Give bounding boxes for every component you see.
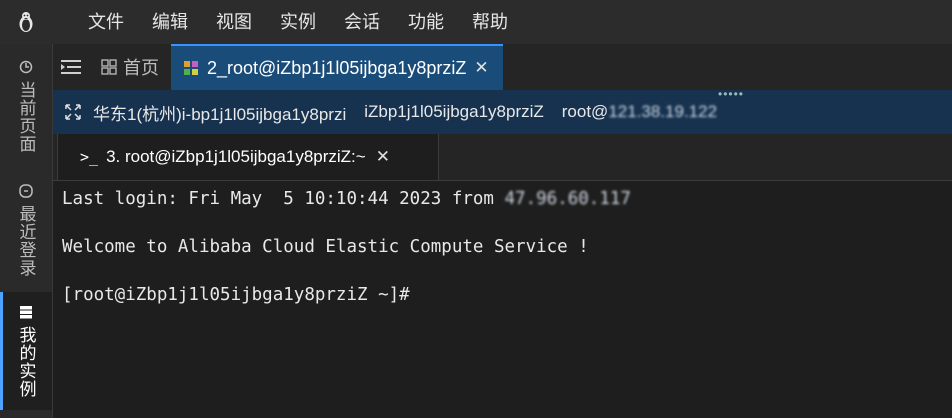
linux-tux-icon [0, 0, 52, 44]
session-info-bar: ••••• 华东1(杭州)i-bp1j1l05ijbga1y8przi iZbp… [53, 87, 952, 134]
instance-icon [183, 60, 199, 76]
menu-instance[interactable]: 实例 [280, 0, 316, 44]
last-login-line: Last login: Fri May 5 10:10:44 2023 from… [62, 189, 631, 209]
history-icon [16, 183, 36, 199]
terminal-prompt-icon: >_ [80, 148, 99, 166]
user-host: root@121.38.19.122 [562, 102, 717, 122]
user-prefix: root@ [561, 102, 609, 121]
tab-home[interactable]: 首页 [89, 44, 171, 90]
terminal-output[interactable]: Last login: Fri May 5 10:10:44 2023 from… [53, 181, 952, 418]
tab-home-label: 首页 [123, 58, 159, 78]
menu-features[interactable]: 功能 [408, 0, 444, 44]
menu-file[interactable]: 文件 [88, 0, 124, 44]
sidebar-tab-label: 最近登录 [16, 205, 36, 277]
welcome-line: Welcome to Alibaba Cloud Elastic Compute… [62, 237, 589, 257]
sidebar-tab-recent-logins[interactable]: 最近登录 [0, 172, 52, 288]
region-instance-id: 华东1(杭州)i-bp1j1l05ijbga1y8przi [93, 104, 347, 124]
hostname: iZbp1j1l05ijbga1y8prziZ [364, 102, 544, 121]
sidebar-tab-current-page[interactable]: 当前页面 [0, 48, 52, 164]
redacted-ip: 47.96.60.117 [504, 189, 631, 209]
terminal-tab[interactable]: >_ 3. root@iZbp1j1l05ijbga1y8prziZ:~ ✕ [57, 134, 439, 180]
menu-bar: 文件 编辑 视图 实例 会话 功能 帮助 [0, 0, 952, 44]
server-icon [16, 304, 36, 320]
drag-handle[interactable]: ••••• [718, 87, 744, 101]
sidebar-tab-my-instances[interactable]: 我的实例 [0, 292, 52, 410]
close-icon[interactable]: ✕ [474, 58, 488, 78]
sidebar-tab-label: 我的实例 [16, 326, 36, 398]
redacted-ip: 121.38.19.122 [608, 102, 718, 121]
terminal-tab-bar: >_ 3. root@iZbp1j1l05ijbga1y8prziZ:~ ✕ [53, 134, 952, 181]
refresh-icon [16, 59, 36, 75]
shell-prompt: [root@iZbp1j1l05ijbga1y8prziZ ~]# [62, 285, 410, 305]
sidebar-tab-label: 当前页面 [16, 81, 36, 153]
grid-icon [101, 59, 117, 75]
menu-view[interactable]: 视图 [216, 0, 252, 44]
terminal-tab-label: 3. root@iZbp1j1l05ijbga1y8prziZ:~ [106, 147, 366, 166]
expand-icon[interactable] [53, 104, 93, 120]
tab-session[interactable]: 2_root@iZbp1j1l05ijbga1y8prziZ ✕ [171, 44, 503, 90]
menu-edit[interactable]: 编辑 [152, 0, 188, 44]
sidebar: 当前页面 最近登录 我的实例 [0, 44, 53, 418]
menu-lines-icon[interactable] [53, 44, 89, 90]
tab-session-label: 2_root@iZbp1j1l05ijbga1y8prziZ [207, 57, 467, 78]
menu-help[interactable]: 帮助 [472, 0, 508, 44]
last-login-text: Last login: Fri May 5 10:10:44 2023 from [62, 189, 505, 209]
menu-session[interactable]: 会话 [344, 0, 380, 44]
close-icon[interactable]: ✕ [376, 147, 390, 167]
tab-bar: 首页 2_root@iZbp1j1l05ijbga1y8prziZ ✕ [53, 44, 952, 90]
